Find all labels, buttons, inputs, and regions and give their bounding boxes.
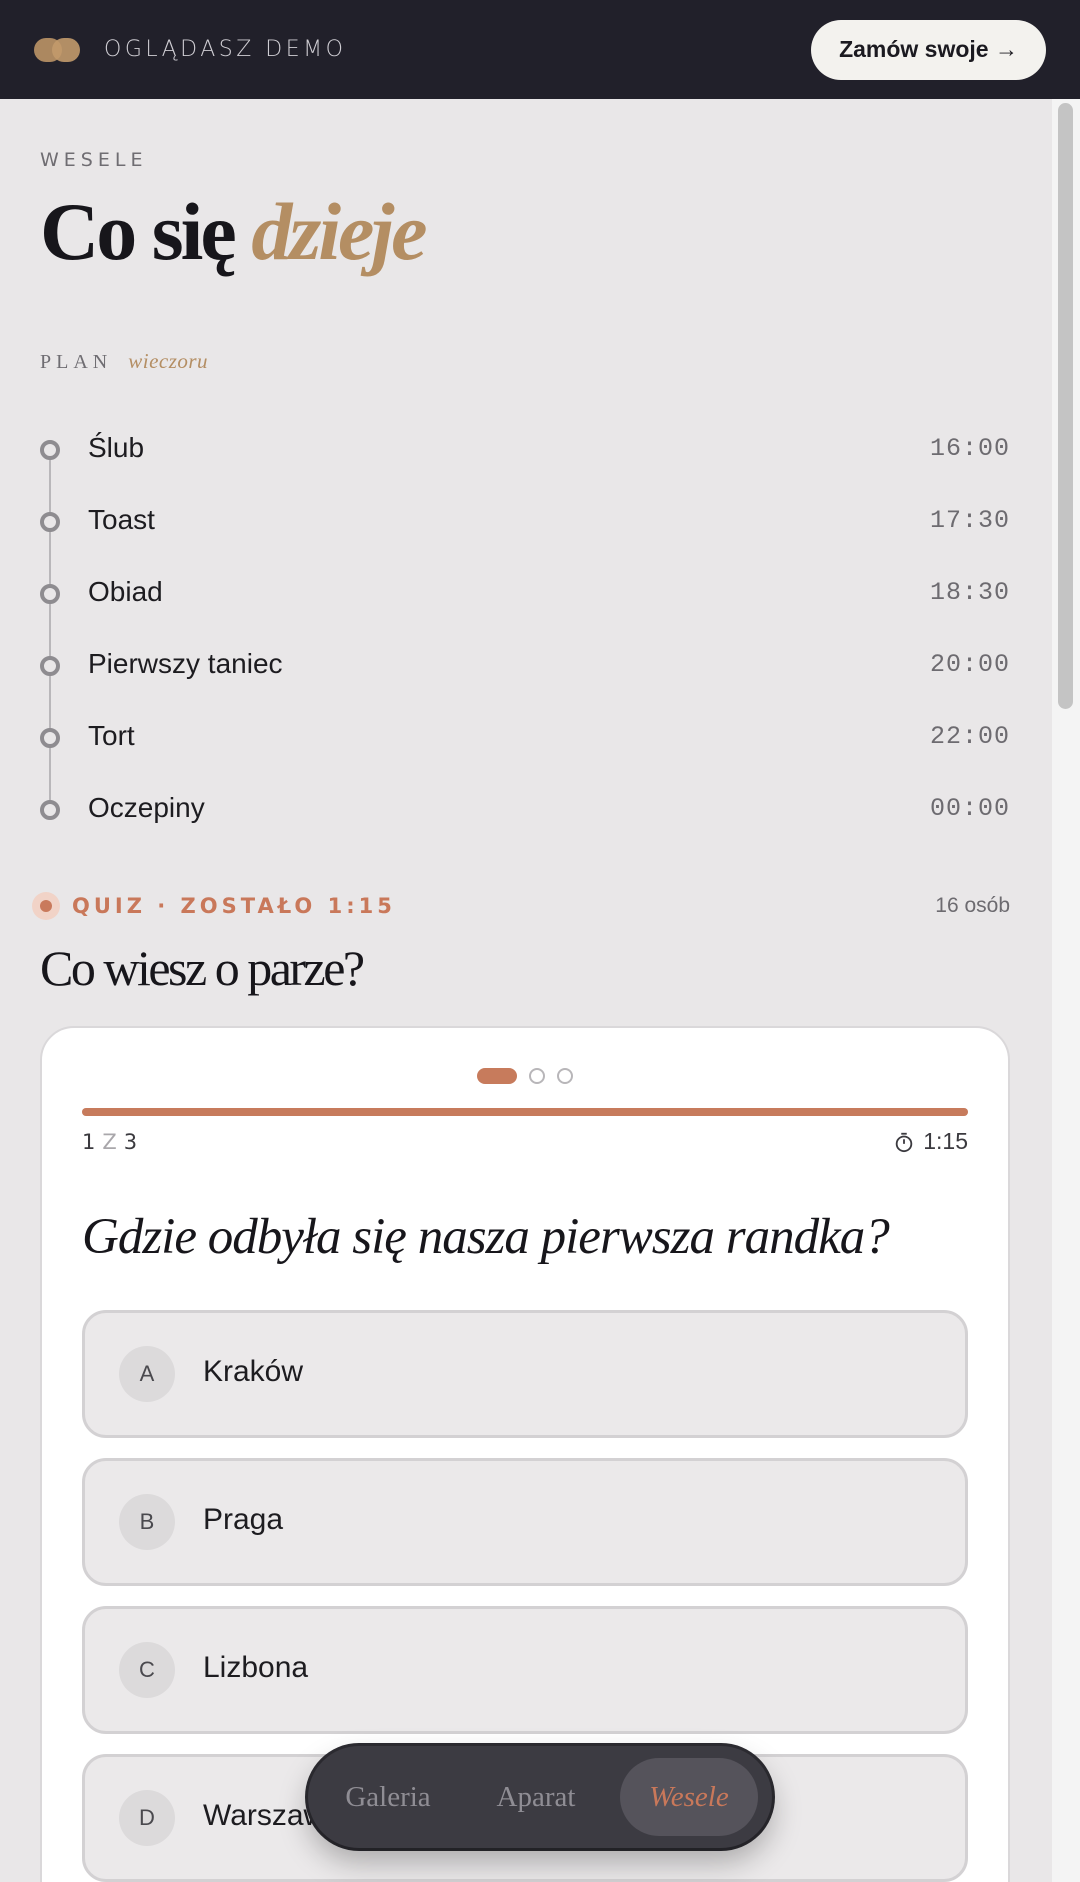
question-timer-value: 1:15 [923, 1128, 968, 1154]
timeline-dot-icon [40, 728, 60, 748]
quiz-progress-fill [82, 1108, 968, 1116]
pager-dot-active[interactable] [477, 1068, 517, 1084]
timeline-item-time: 18:30 [929, 578, 1010, 607]
question-current: 1 [82, 1130, 99, 1154]
quiz-status: QUIZ · ZOSTAŁO 1:15 [72, 894, 396, 918]
answer-option[interactable]: B Praga [82, 1458, 968, 1586]
timeline-item-time: 00:00 [929, 794, 1010, 823]
order-button[interactable]: Zamów swoje → [811, 19, 1046, 80]
rings-logo-icon [34, 37, 80, 62]
timeline-dot-icon [40, 800, 60, 820]
pager-dot[interactable] [557, 1068, 573, 1084]
plan-label-accent: wieczoru [128, 349, 209, 373]
question-timer: 1:15 [893, 1128, 968, 1155]
question-total: 3 [123, 1130, 141, 1154]
timeline-item-name: Toast [88, 504, 155, 535]
timeline-item-time: 22:00 [929, 722, 1010, 751]
question-text: Gdzie odbyła się nasza pierwsza randka? [82, 1209, 890, 1265]
timeline-item-time: 20:00 [929, 650, 1010, 679]
timeline-item-name: Obiad [88, 576, 163, 607]
scrollbar[interactable] [1052, 99, 1080, 1882]
timeline-item: Toast 17:30 [40, 504, 1010, 544]
timeline-dot-icon [40, 584, 60, 604]
timeline-item: Obiad 18:30 [40, 576, 1010, 616]
timeline-item: Ślub 16:00 [40, 432, 1010, 472]
timeline-item: Oczepiny 00:00 [40, 792, 1010, 832]
demo-indicator: OGLĄDASZ DEMO [34, 37, 346, 62]
answer-option[interactable]: C Lizbona [82, 1606, 968, 1734]
plan-label: PLAN wieczoru [40, 349, 208, 374]
quiz-progress-bar [82, 1108, 968, 1116]
answer-letter: D [119, 1790, 175, 1846]
quiz-header: QUIZ · ZOSTAŁO 1:15 16 osób [32, 891, 1010, 923]
answer-letter: C [119, 1642, 175, 1698]
timeline-dot-icon [40, 656, 60, 676]
page-title-accent: dzieje [251, 186, 427, 277]
timeline-item-name: Tort [88, 720, 135, 751]
timeline-item-name: Pierwszy taniec [88, 648, 283, 679]
pager-dot[interactable] [529, 1068, 545, 1084]
timeline-item: Pierwszy taniec 20:00 [40, 648, 1010, 688]
question-counter: 1Z3 [82, 1130, 140, 1154]
question-counter-separator: Z [102, 1130, 120, 1154]
timeline-item-name: Ślub [88, 432, 145, 463]
timeline-item-name: Oczepiny [88, 792, 205, 823]
timeline-item-time: 17:30 [929, 506, 1010, 535]
timeline-item: Tort 22:00 [40, 720, 1010, 760]
nav-aparat[interactable]: Aparat [468, 1758, 604, 1836]
stopwatch-icon [895, 1132, 913, 1152]
live-indicator-icon [32, 892, 60, 920]
demo-label: OGLĄDASZ DEMO [104, 37, 347, 62]
question-pager [42, 1068, 1008, 1084]
answer-text: Lizbona [203, 1651, 309, 1684]
bottom-nav: Galeria Aparat Wesele [308, 1746, 772, 1848]
scrollbar-thumb[interactable] [1058, 103, 1073, 709]
page-title-main: Co się [40, 186, 237, 277]
answer-option[interactable]: A Kraków [82, 1310, 968, 1438]
timeline-dot-icon [40, 440, 60, 460]
answer-text: Praga [203, 1503, 284, 1536]
page-title: Co się dzieje [40, 185, 428, 279]
quiz-title: Co wiesz o parze? [40, 940, 365, 996]
answer-text: Kraków [203, 1355, 304, 1388]
timeline-dot-icon [40, 512, 60, 532]
top-bar: OGLĄDASZ DEMO Zamów swoje → [0, 0, 1080, 99]
nav-wesele[interactable]: Wesele [620, 1758, 758, 1836]
section-eyebrow: WESELE [40, 149, 148, 171]
answer-letter: B [119, 1494, 175, 1550]
answer-letter: A [119, 1346, 175, 1402]
quiz-participants: 16 osób [935, 894, 1010, 917]
nav-galeria[interactable]: Galeria [320, 1758, 456, 1836]
plan-label-main: PLAN [40, 351, 113, 373]
timeline-item-time: 16:00 [929, 434, 1010, 463]
